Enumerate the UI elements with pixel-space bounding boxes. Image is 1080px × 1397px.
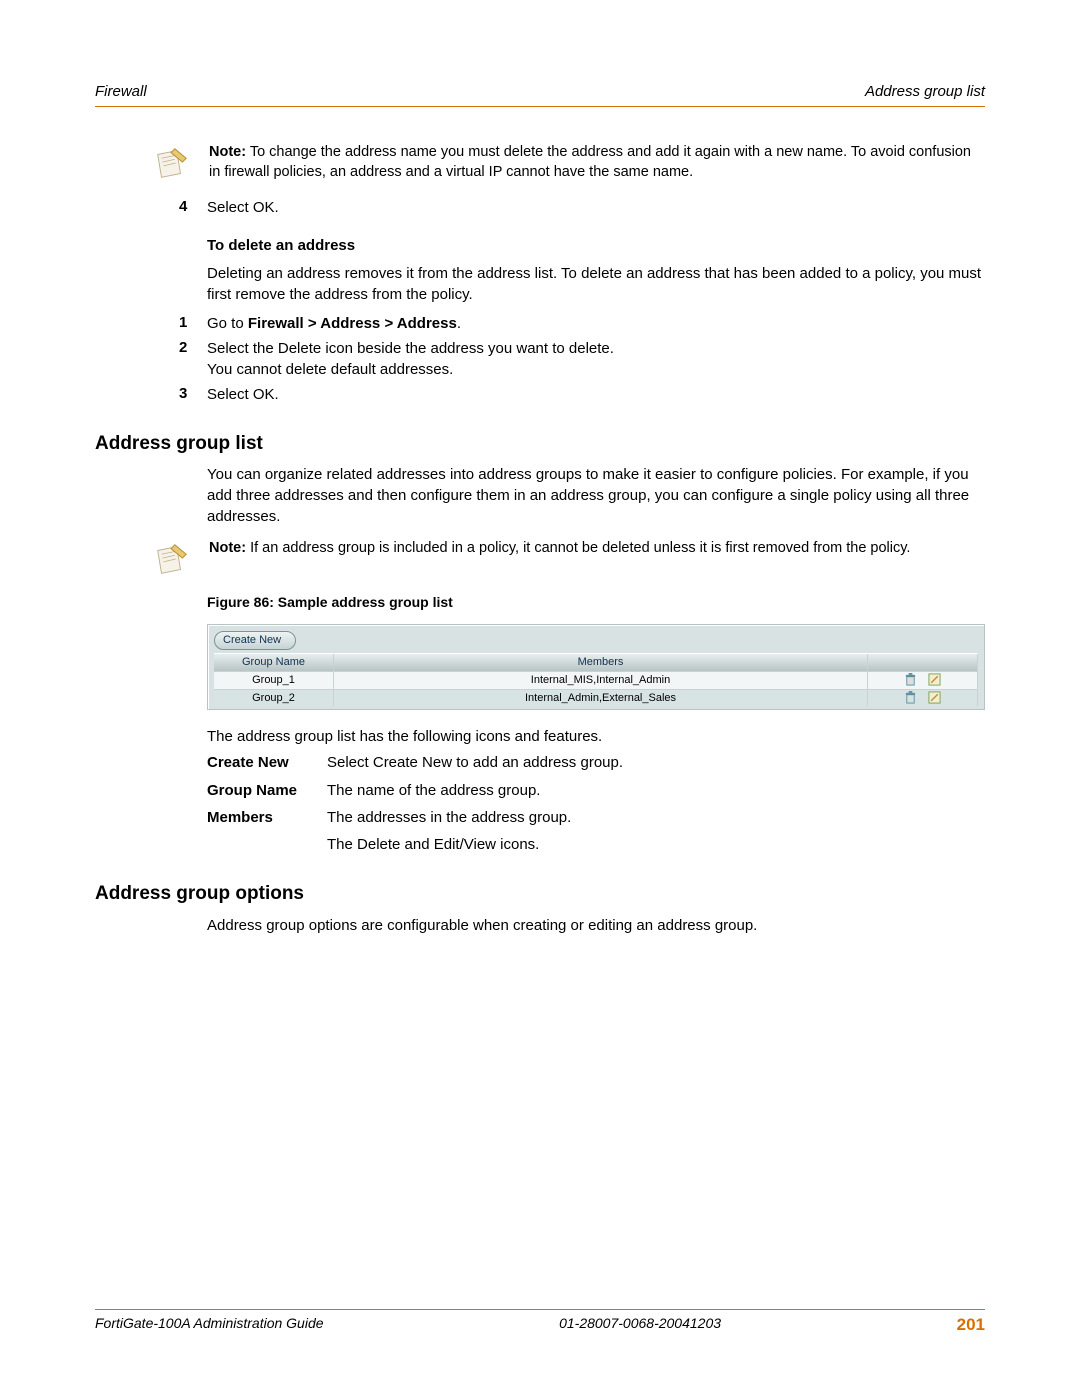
footer-rule xyxy=(95,1309,985,1310)
step-number: 2 xyxy=(151,338,207,380)
delete-heading: To delete an address xyxy=(207,236,985,256)
header-rule xyxy=(95,106,985,107)
create-new-button[interactable]: Create New xyxy=(214,631,296,650)
del-step-3: 3 Select OK. xyxy=(151,384,985,405)
footer: FortiGate-100A Administration Guide 01-2… xyxy=(95,1309,985,1337)
table-header: Group Name Members xyxy=(214,653,978,671)
del-step-2: 2 Select the Delete icon beside the addr… xyxy=(151,338,985,380)
figure-caption: Figure 86: Sample address group list xyxy=(207,593,985,612)
step-text: Select OK. xyxy=(207,384,985,405)
feature-row: Members The addresses in the address gro… xyxy=(207,808,985,828)
cell-actions xyxy=(868,672,978,689)
features-intro: The address group list has the following… xyxy=(207,726,985,747)
note-icon xyxy=(151,539,191,579)
step-text: Select OK. xyxy=(207,197,985,218)
figure-table: Create New Group Name Members Group_1 In… xyxy=(207,624,985,710)
step-text: Go to Firewall > Address > Address. xyxy=(207,313,985,334)
feature-label: Members xyxy=(207,808,327,828)
cell-actions xyxy=(868,690,978,707)
section-address-group-list: Address group list xyxy=(95,431,985,457)
cell-group-name: Group_2 xyxy=(214,690,334,707)
feature-desc: Select Create New to add an address grou… xyxy=(327,753,985,773)
feature-label xyxy=(207,835,327,855)
note-block: Note: If an address group is included in… xyxy=(151,539,985,579)
delete-paragraph: Deleting an address removes it from the … xyxy=(207,263,985,305)
feature-row: Create New Select Create New to add an a… xyxy=(207,753,985,773)
edit-icon[interactable] xyxy=(928,673,941,686)
section1-paragraph: You can organize related addresses into … xyxy=(207,464,985,527)
table-row: Group_2 Internal_Admin,External_Sales xyxy=(214,689,978,707)
del-step-1: 1 Go to Firewall > Address > Address. xyxy=(151,313,985,334)
note-icon xyxy=(151,143,191,183)
step-number: 4 xyxy=(151,197,207,218)
step-number: 3 xyxy=(151,384,207,405)
section2-paragraph: Address group options are configurable w… xyxy=(207,915,985,936)
feature-table: Create New Select Create New to add an a… xyxy=(207,753,985,855)
col-group-name: Group Name xyxy=(214,654,334,671)
page-number: 201 xyxy=(957,1314,985,1337)
feature-label: Group Name xyxy=(207,781,327,801)
delete-icon[interactable] xyxy=(904,673,917,686)
feature-row: Group Name The name of the address group… xyxy=(207,781,985,801)
delete-icon[interactable] xyxy=(904,691,917,704)
col-members: Members xyxy=(334,654,868,671)
header-right: Address group list xyxy=(865,82,985,102)
note-block: Note: To change the address name you mus… xyxy=(151,143,985,183)
cell-group-name: Group_1 xyxy=(214,672,334,689)
feature-row: The Delete and Edit/View icons. xyxy=(207,835,985,855)
footer-center: 01-28007-0068-20041203 xyxy=(559,1314,721,1337)
note-text: Note: To change the address name you mus… xyxy=(209,143,985,183)
step-text: Select the Delete icon beside the addres… xyxy=(207,338,985,380)
cell-members: Internal_MIS,Internal_Admin xyxy=(334,672,868,689)
feature-desc: The name of the address group. xyxy=(327,781,985,801)
footer-left: FortiGate-100A Administration Guide xyxy=(95,1314,324,1337)
header-left: Firewall xyxy=(95,82,147,102)
step-4: 4 Select OK. xyxy=(151,197,985,218)
col-actions xyxy=(868,654,978,671)
section-address-group-options: Address group options xyxy=(95,881,985,907)
feature-label: Create New xyxy=(207,753,327,773)
feature-desc: The Delete and Edit/View icons. xyxy=(327,835,985,855)
cell-members: Internal_Admin,External_Sales xyxy=(334,690,868,707)
note-text: Note: If an address group is included in… xyxy=(209,539,985,579)
edit-icon[interactable] xyxy=(928,691,941,704)
step-number: 1 xyxy=(151,313,207,334)
table-row: Group_1 Internal_MIS,Internal_Admin xyxy=(214,671,978,689)
feature-desc: The addresses in the address group. xyxy=(327,808,985,828)
